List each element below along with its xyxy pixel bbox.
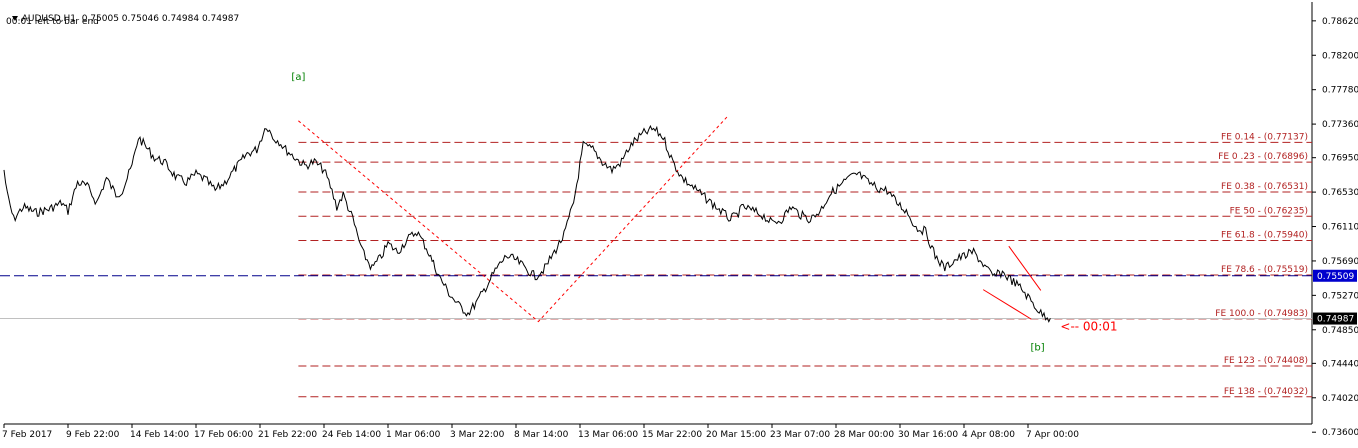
fib-level-label: FE 100.0 - (0.74983) <box>1215 309 1308 319</box>
y-tick-label: 0.76110 <box>1322 223 1358 233</box>
wave-label: [b] <box>1031 342 1045 353</box>
x-tick-label: 9 Feb 22:00 <box>66 430 120 440</box>
fib-level-label: FE 0 .23 - (0.76896) <box>1218 152 1308 162</box>
wave-zigzag[interactable] <box>298 116 728 323</box>
x-tick-label: 1 Mar 06:00 <box>386 430 441 440</box>
x-tick-label: 24 Feb 14:00 <box>322 430 381 440</box>
x-tick-label: 28 Mar 00:00 <box>834 430 894 440</box>
fib-level-label: FE 78.6 - (0.75519) <box>1221 265 1308 275</box>
fib-level-label: FE 50 - (0.76235) <box>1230 206 1308 216</box>
x-tick-label: 17 Feb 06:00 <box>194 430 253 440</box>
y-tick-label: 0.77780 <box>1322 86 1358 96</box>
x-tick-label: 7 Feb 2017 <box>2 430 52 440</box>
x-tick-label: 20 Mar 15:00 <box>706 430 766 440</box>
fib-level-label: FE 0.38 - (0.76531) <box>1221 182 1308 192</box>
y-tick-label: 0.75690 <box>1322 257 1358 267</box>
current-price-label: 0.74987 <box>1317 315 1354 325</box>
y-tick-label: 0.74020 <box>1322 394 1358 404</box>
x-tick-label: 23 Mar 07:00 <box>770 430 830 440</box>
y-tick-label: 0.76530 <box>1322 188 1358 198</box>
y-tick-label: 0.78200 <box>1322 51 1358 61</box>
x-tick-label: 8 Mar 14:00 <box>514 430 569 440</box>
countdown-label: <-- 00:01 <box>1060 319 1117 333</box>
y-tick-label: 0.78620 <box>1322 17 1358 27</box>
fib-level-label: FE 123 - (0.74408) <box>1224 356 1308 366</box>
y-tick-label: 0.77360 <box>1322 120 1358 130</box>
bid-price-label: 0.75509 <box>1317 272 1354 282</box>
y-tick-label: 0.75270 <box>1322 291 1358 301</box>
price-series-line[interactable] <box>3 124 1051 323</box>
price-chart[interactable]: 0.78620 0.78200 0.77780 0.77360 0.76950 0.765… <box>0 0 1358 444</box>
wave-label: [a] <box>291 72 305 83</box>
y-tick-label: 0.73600 <box>1322 428 1358 438</box>
x-tick-label: 4 Apr 08:00 <box>962 430 1015 440</box>
x-tick-label: 15 Mar 22:00 <box>642 430 702 440</box>
y-tick-label: 0.74440 <box>1322 359 1358 369</box>
y-tick-label: 0.74850 <box>1322 326 1358 336</box>
fib-level-label: FE 0.14 - (0.77137) <box>1221 132 1308 142</box>
x-tick-label: 7 Apr 00:00 <box>1026 430 1079 440</box>
channel-line[interactable] <box>982 289 1032 320</box>
chart-area[interactable]: 0.78620 0.78200 0.77780 0.77360 0.76950 0.765… <box>0 0 1358 444</box>
x-tick-label: 21 Feb 22:00 <box>258 430 317 440</box>
fib-level-label: FE 61.8 - (0.75940) <box>1221 230 1308 240</box>
y-tick-label: 0.76950 <box>1322 154 1358 164</box>
x-tick-label: 13 Mar 06:00 <box>578 430 638 440</box>
bar-timer-info: 00:01 left to bar end <box>6 17 99 27</box>
x-tick-label: 30 Mar 16:00 <box>898 430 958 440</box>
x-tick-label: 3 Mar 22:00 <box>450 430 505 440</box>
fib-level-label: FE 138 - (0.74032) <box>1224 387 1308 397</box>
x-tick-label: 14 Feb 14:00 <box>130 430 189 440</box>
channel-line[interactable] <box>1008 245 1042 291</box>
